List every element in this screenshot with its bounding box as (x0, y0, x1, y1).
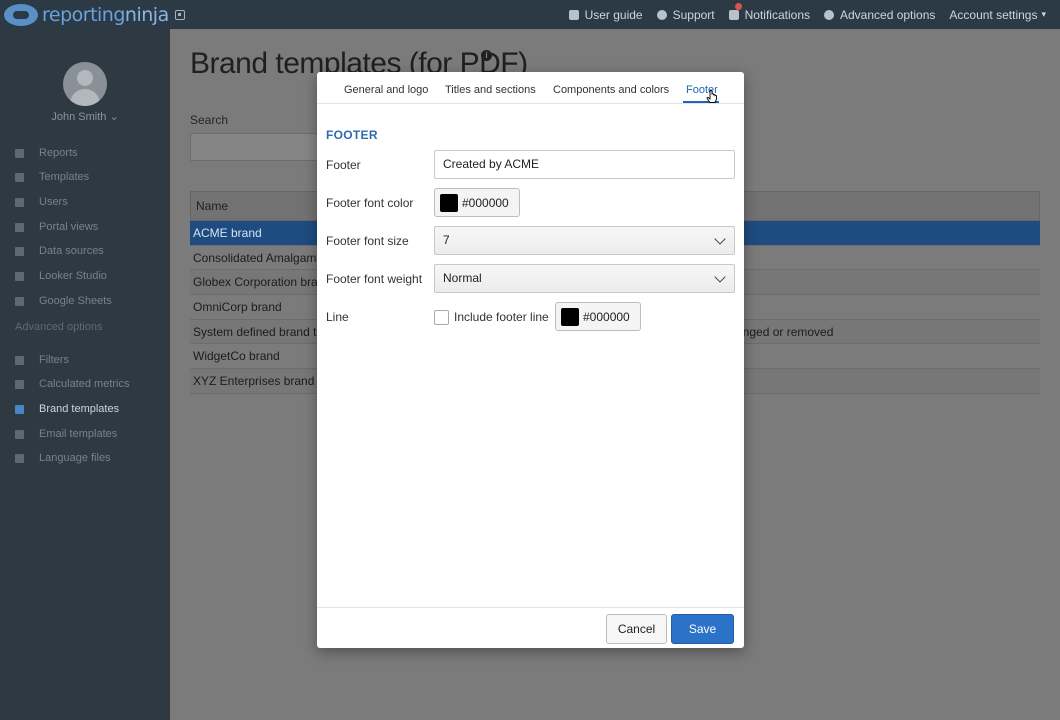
chevron-down-icon (714, 233, 726, 245)
user-guide-link[interactable]: User guide (568, 8, 643, 22)
tab-titles-and-sections[interactable]: Titles and sections (445, 84, 536, 96)
section-title-footer: FOOTER (326, 128, 378, 142)
book-icon (568, 9, 579, 20)
footer-font-size-select[interactable]: 7 (434, 226, 735, 255)
sidebar-item-brand-templates[interactable]: Brand templates (15, 401, 119, 417)
brand-template-dialog: General and logo Titles and sections Com… (317, 72, 744, 648)
plug-icon (15, 271, 24, 281)
include-footer-line-checkbox[interactable] (434, 310, 449, 325)
footer-font-color-label: Footer font color (326, 196, 414, 210)
logo[interactable]: reportingninja (4, 3, 185, 26)
advanced-options-link[interactable]: Advanced options (824, 8, 935, 22)
tab-components-and-colors[interactable]: Components and colors (553, 84, 669, 96)
tab-general-and-logo[interactable]: General and logo (344, 84, 428, 96)
sidebar-item-calculated-metrics[interactable]: Calculated metrics (15, 376, 129, 392)
code-icon (15, 429, 24, 439)
sidebar-item-google-sheets[interactable]: Google Sheets (15, 293, 112, 309)
line-label: Line (326, 310, 349, 324)
footer-font-size-label: Footer font size (326, 234, 409, 248)
top-bar: reportingninja User guide Support Notifi… (0, 0, 1060, 29)
notifications-link[interactable]: Notifications (728, 2, 810, 22)
sheet-icon (15, 296, 24, 306)
sidebar-item-email-templates[interactable]: Email templates (15, 426, 117, 442)
font-icon (15, 453, 24, 463)
logo-text: reportingninja (42, 3, 169, 26)
plus-icon (15, 379, 24, 389)
chevron-down-icon: ⌄ (109, 111, 119, 123)
sidebar-item-language-files[interactable]: Language files (15, 450, 111, 466)
search-label: Search (190, 113, 229, 127)
external-link-icon[interactable] (174, 9, 185, 20)
sidebar-item-reports[interactable]: Reports (15, 145, 78, 161)
account-settings-menu[interactable]: Account settings ▾ (949, 8, 1046, 22)
filter-icon (15, 355, 24, 365)
include-footer-line-label[interactable]: Include footer line (454, 310, 549, 324)
user-icon (15, 197, 24, 207)
footer-font-weight-label: Footer font weight (326, 272, 423, 286)
database-icon (15, 246, 24, 256)
document-icon (15, 404, 24, 414)
templates-icon (15, 172, 24, 182)
color-swatch (561, 307, 579, 326)
sidebar-item-portal-views[interactable]: Portal views (15, 219, 98, 235)
bell-icon (728, 9, 739, 20)
color-swatch (440, 193, 458, 212)
sidebar-item-users[interactable]: Users (15, 194, 68, 210)
mouse-cursor-icon (706, 90, 717, 103)
chevron-down-icon (714, 271, 726, 283)
support-link[interactable]: Support (656, 8, 715, 22)
save-button[interactable]: Save (671, 614, 734, 644)
sidebar: John Smith ⌄ Reports Templates Users Por… (0, 29, 170, 720)
cancel-button[interactable]: Cancel (606, 614, 667, 644)
lifebuoy-icon (656, 9, 667, 20)
row-note: anged or removed (736, 324, 834, 339)
sidebar-item-data-sources[interactable]: Data sources (15, 243, 104, 259)
notification-badge (734, 2, 742, 10)
reports-icon (15, 148, 24, 158)
user-menu[interactable]: John Smith ⌄ (0, 110, 170, 123)
info-icon[interactable]: i (481, 50, 492, 61)
dialog-tabs: General and logo Titles and sections Com… (317, 72, 744, 104)
search-input[interactable] (190, 133, 330, 161)
sidebar-item-looker-studio[interactable]: Looker Studio (15, 268, 107, 284)
footer-font-weight-select[interactable]: Normal (434, 264, 735, 293)
sidebar-item-templates[interactable]: Templates (15, 169, 89, 185)
avatar[interactable] (63, 62, 107, 106)
folder-icon (15, 222, 24, 232)
footer-text-input[interactable]: Created by ACME (434, 150, 735, 179)
caret-down-icon: ▾ (1041, 9, 1046, 19)
ninja-logo-icon (4, 3, 38, 26)
footer-line-color-picker[interactable]: #000000 (555, 302, 641, 331)
sidebar-item-filters[interactable]: Filters (15, 352, 69, 368)
footer-font-color-picker[interactable]: #000000 (434, 188, 520, 217)
top-nav: User guide Support Notifications Advance… (568, 0, 1060, 29)
advanced-options-heading: Advanced options (15, 321, 103, 333)
circle-minus-icon (824, 9, 834, 20)
footer-label: Footer (326, 158, 361, 172)
